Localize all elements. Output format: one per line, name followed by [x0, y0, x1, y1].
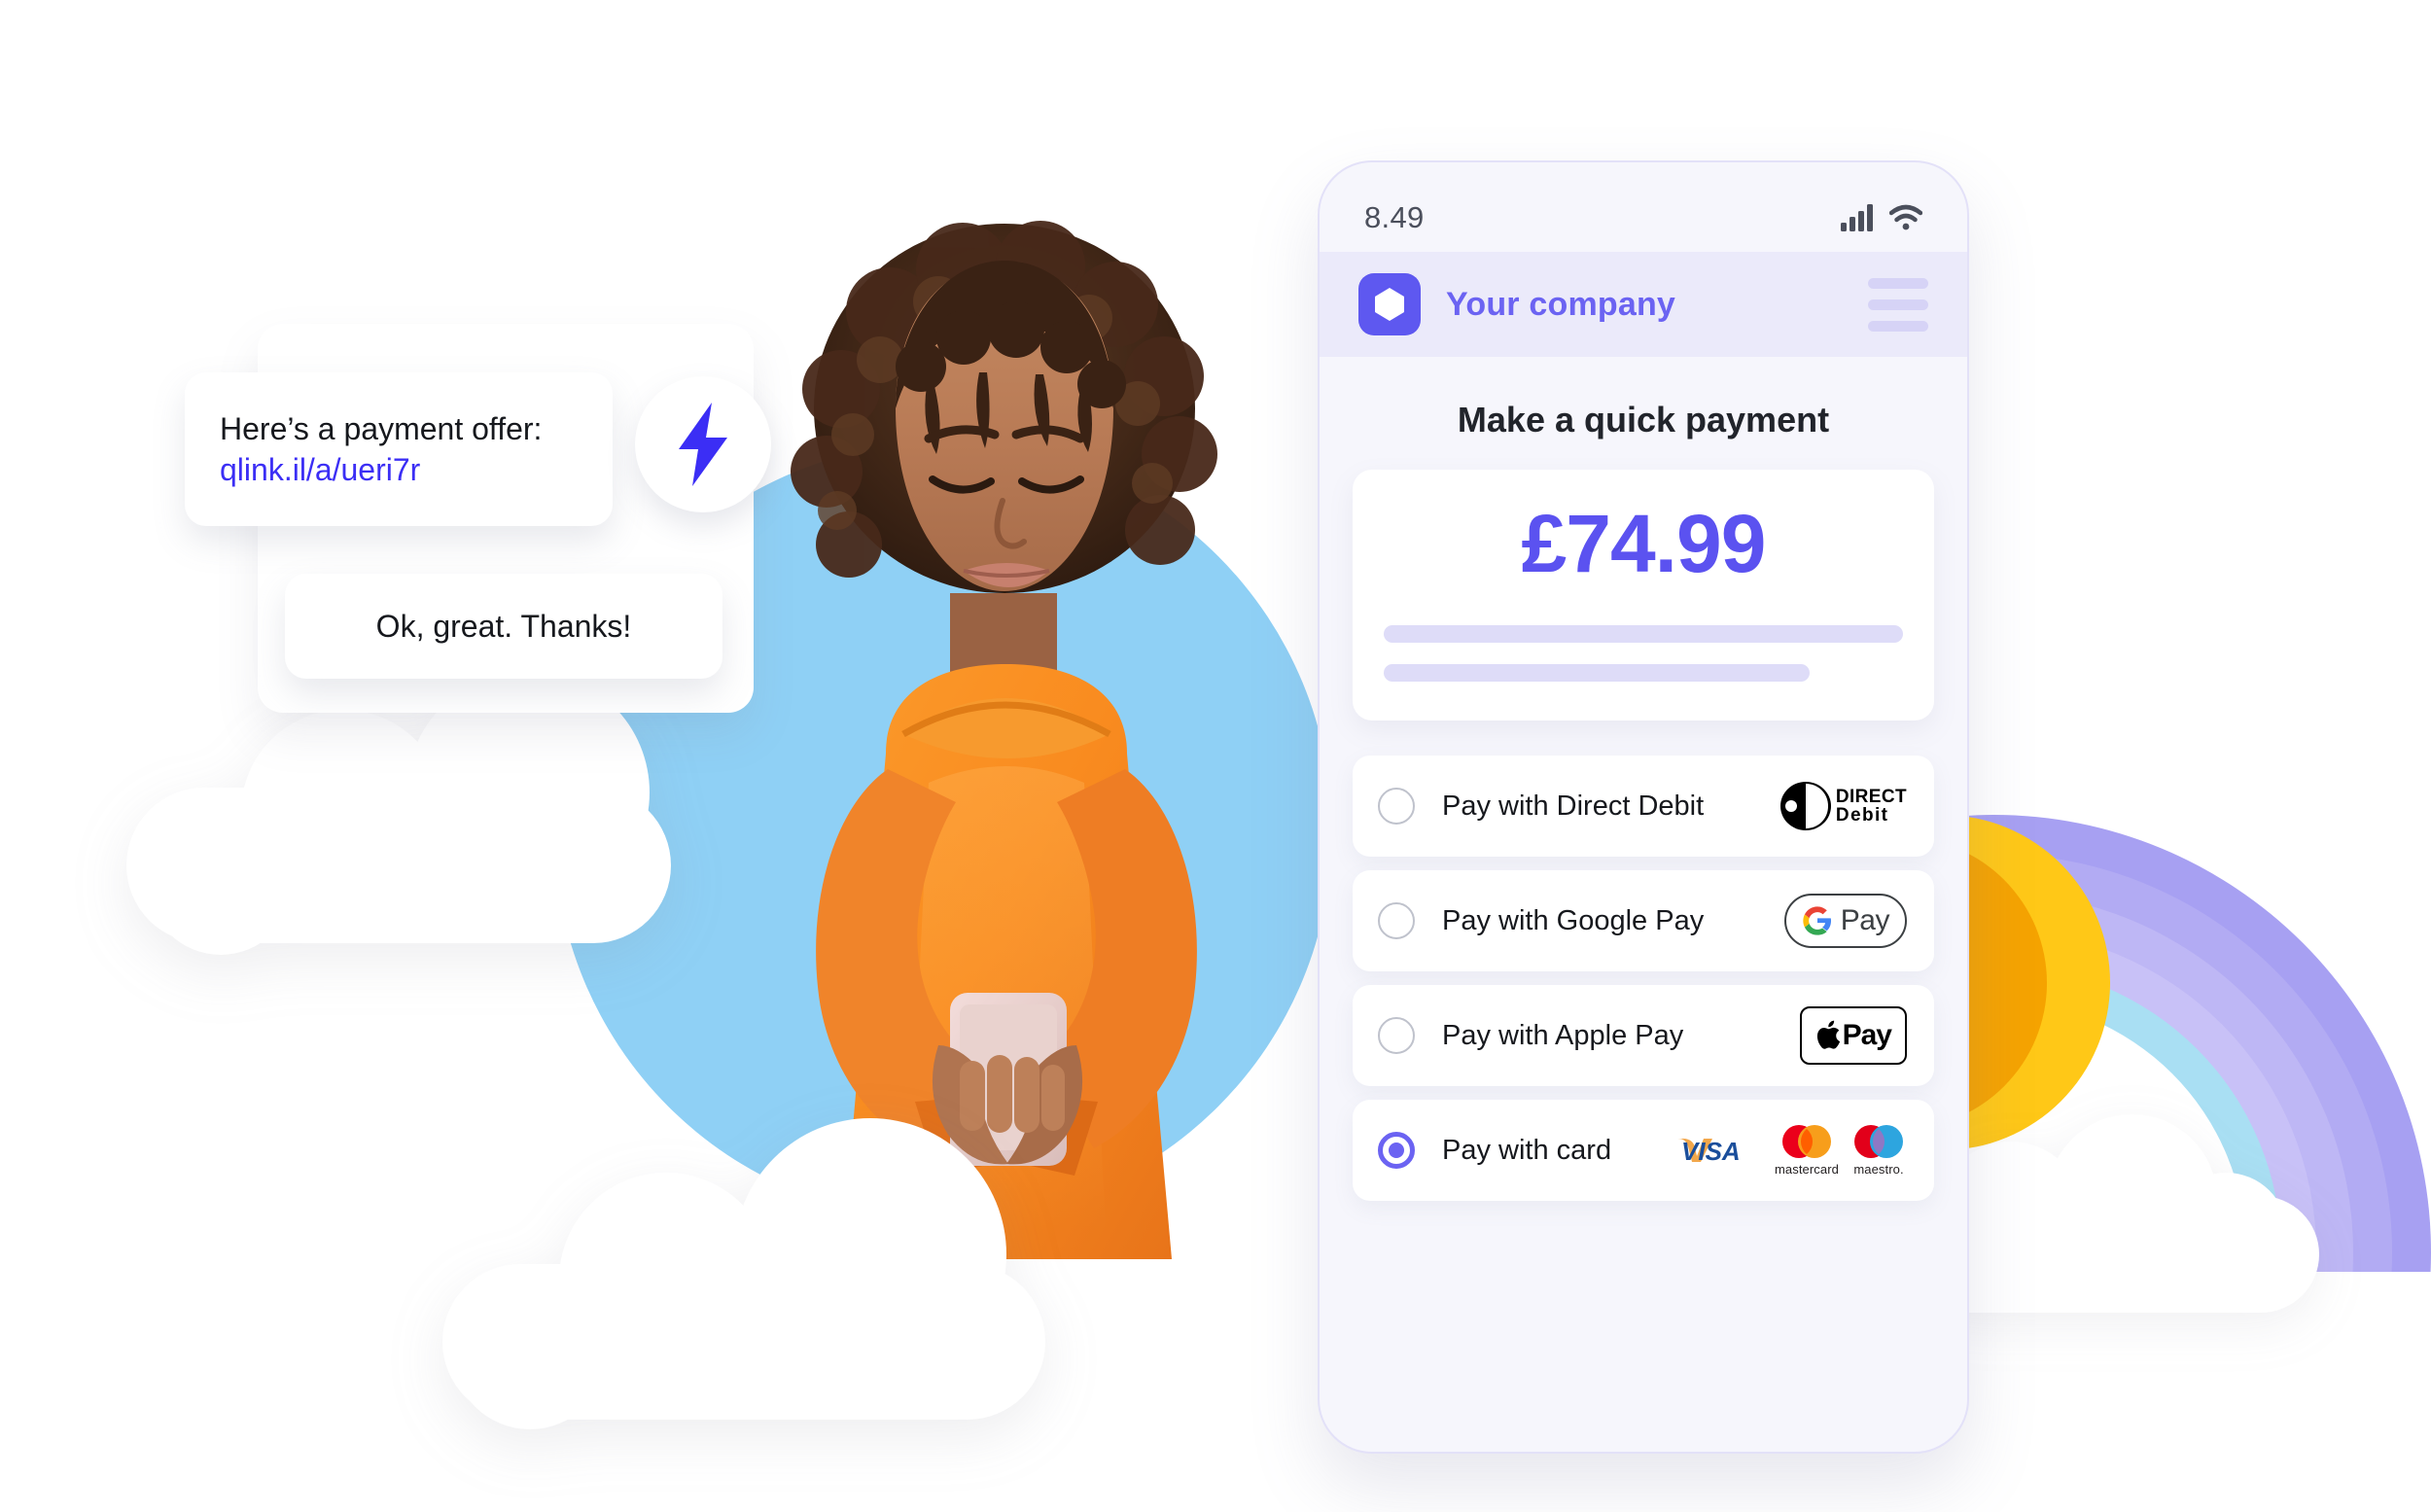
- maestro-logo: maestro.: [1850, 1124, 1907, 1177]
- radio-apple-pay[interactable]: [1378, 1017, 1415, 1054]
- amount-card: £74.99: [1353, 470, 1934, 721]
- google-pay-text: Pay: [1840, 904, 1890, 936]
- cellular-signal-icon: [1841, 204, 1873, 231]
- direct-debit-logo: DIRECT Debit: [1779, 781, 1907, 831]
- placeholder-line-1: [1384, 625, 1903, 643]
- payment-option-direct-debit[interactable]: Pay with Direct Debit DIRECT Debit: [1353, 756, 1934, 857]
- apple-pay-text: Pay: [1842, 1019, 1892, 1051]
- svg-text:VISA: VISA: [1681, 1137, 1741, 1166]
- chat-bubble-offer: Here’s a payment offer: qlink.il/a/ueri7…: [185, 372, 613, 526]
- payment-option-label: Pay with Apple Pay: [1442, 1019, 1684, 1051]
- apple-pay-logo: Pay: [1799, 1006, 1907, 1065]
- payment-option-label: Pay with Google Pay: [1442, 904, 1705, 936]
- placeholder-line-2: [1384, 664, 1810, 682]
- company-name: Your company: [1446, 285, 1676, 323]
- hero-illustration-stage: Here’s a payment offer: qlink.il/a/ueri7…: [0, 0, 2431, 1512]
- payment-option-apple-pay[interactable]: Pay with Apple Pay Pay: [1353, 985, 1934, 1086]
- chat-bubble-reply: Ok, great. Thanks!: [285, 574, 722, 679]
- apple-logo-icon: [1816, 1020, 1840, 1049]
- payment-options-list: Pay with Direct Debit DIRECT Debit Pay w…: [1353, 756, 1934, 1201]
- payment-option-card[interactable]: Pay with card VISA mastercard maestro.: [1353, 1100, 1934, 1201]
- google-pay-logo: Pay: [1783, 894, 1907, 948]
- mastercard-logo: mastercard: [1775, 1124, 1839, 1177]
- google-g-icon: [1803, 906, 1831, 935]
- status-time: 8.49: [1364, 200, 1425, 234]
- page-title: Make a quick payment: [1457, 400, 1830, 440]
- cloud-right: [1911, 1108, 2319, 1313]
- payment-option-google-pay[interactable]: Pay with Google Pay Pay: [1353, 870, 1934, 971]
- payment-link[interactable]: qlink.il/a/ueri7r: [220, 449, 578, 490]
- radio-card[interactable]: [1378, 1132, 1415, 1169]
- status-icon-group: [1841, 204, 1922, 231]
- direct-debit-mark-icon: [1779, 782, 1831, 830]
- lightning-bolt-badge: [635, 376, 771, 512]
- maestro-name: maestro.: [1853, 1162, 1904, 1177]
- phone-mockup: 8.49 Your company Make a quick payment £…: [1318, 160, 1969, 1454]
- hamburger-menu-icon[interactable]: [1868, 277, 1928, 332]
- wifi-icon: [1889, 204, 1922, 230]
- payment-option-label: Pay with Direct Debit: [1442, 790, 1705, 822]
- lightning-bolt-icon: [679, 403, 727, 486]
- company-hexagon-logo-icon: [1358, 273, 1421, 335]
- visa-logo: VISA: [1675, 1135, 1763, 1166]
- radio-google-pay[interactable]: [1378, 902, 1415, 939]
- phone-status-bar: 8.49: [1320, 162, 1967, 252]
- phone-app-bar: Your company: [1320, 252, 1967, 357]
- payment-amount: £74.99: [1521, 498, 1767, 589]
- card-brand-logos: VISA mastercard maestro.: [1675, 1124, 1907, 1177]
- direct-debit-text-top: DIRECT: [1835, 787, 1907, 807]
- cloud-left-lower: [442, 1118, 1045, 1429]
- chat-offer-text: Here’s a payment offer:: [220, 410, 543, 446]
- payment-option-label: Pay with card: [1442, 1134, 1612, 1166]
- mastercard-name: mastercard: [1774, 1162, 1839, 1177]
- radio-direct-debit[interactable]: [1378, 788, 1415, 825]
- direct-debit-text-bottom: Debit: [1835, 805, 1889, 826]
- chat-reply-text: Ok, great. Thanks!: [375, 608, 632, 644]
